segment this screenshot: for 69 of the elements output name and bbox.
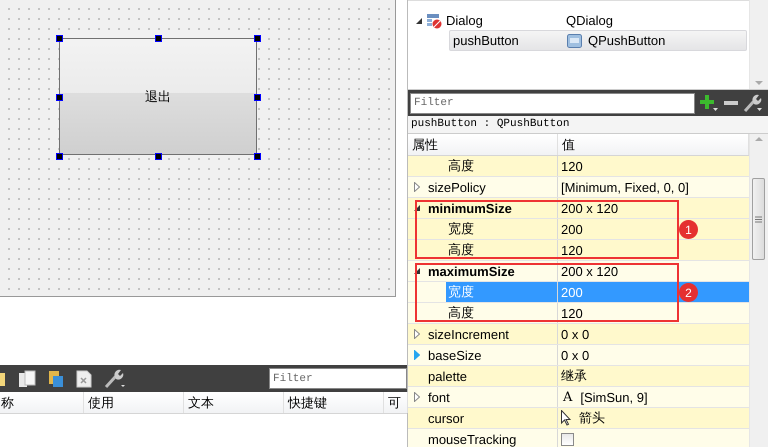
property-name[interactable]: baseSize: [426, 345, 557, 365]
property-name[interactable]: minimumSize: [426, 198, 557, 218]
property-name[interactable]: sizePolicy: [426, 177, 557, 197]
filter-field[interactable]: Filter: [410, 92, 695, 114]
resize-handle[interactable]: [254, 94, 261, 101]
property-value: 箭头: [579, 409, 605, 427]
scrollbar[interactable]: [749, 134, 768, 447]
property-name[interactable]: 宽度: [446, 219, 557, 239]
object-label: pushButton : QPushButton: [408, 116, 768, 134]
property-value: 120: [561, 242, 583, 258]
object-row[interactable]: pushButton QPushButton: [449, 30, 747, 51]
cursor-icon: [561, 410, 571, 426]
scrollbar[interactable]: [749, 0, 768, 89]
scroll-up-icon[interactable]: [755, 136, 763, 142]
property-name[interactable]: 高度: [446, 303, 557, 323]
property-value: [SimSun, 9]: [580, 390, 648, 404]
property-value: [Minimum, Fixed, 0, 0]: [561, 180, 689, 194]
wrench-icon[interactable]: [104, 368, 126, 388]
collapsed-arrow-icon[interactable]: [414, 392, 420, 402]
property-name[interactable]: 高度: [446, 240, 557, 260]
resize-handle[interactable]: [56, 35, 63, 42]
property-value: 200 x 120: [561, 264, 618, 278]
grip-icon: [755, 216, 762, 222]
resize-handle[interactable]: [56, 94, 63, 101]
resize-handle[interactable]: [56, 153, 63, 160]
expanded-arrow-icon[interactable]: [414, 268, 420, 274]
delete-file-icon[interactable]: [76, 370, 92, 388]
resize-handle[interactable]: [254, 35, 261, 42]
property-name[interactable]: font: [426, 387, 557, 407]
resize-handle[interactable]: [155, 153, 162, 160]
class-name: QDialog: [566, 13, 613, 28]
property-value: 200 x 120: [561, 200, 618, 216]
filter-field[interactable]: Filter: [269, 368, 407, 389]
add-icon[interactable]: [699, 94, 719, 112]
column-header[interactable]: 文本: [184, 392, 284, 413]
wrench-icon[interactable]: [743, 94, 763, 112]
expanded-arrow-icon[interactable]: [414, 205, 420, 211]
property-value: 0 x 0: [561, 326, 590, 342]
column-header[interactable]: 使用: [84, 392, 184, 413]
property-name[interactable]: sizeIncrement: [426, 324, 557, 344]
push-button-icon: [567, 34, 582, 48]
resize-handle[interactable]: [155, 35, 162, 42]
property-value: 200: [561, 284, 583, 300]
property-value: 继承: [561, 367, 587, 385]
collapsed-arrow-icon[interactable]: [414, 329, 420, 339]
column-header[interactable]: 称: [0, 392, 84, 413]
exit-button[interactable]: 退出: [59, 38, 257, 155]
property-value: 120: [561, 158, 583, 174]
checkbox[interactable]: [561, 432, 574, 446]
property-value: 0 x 0: [561, 348, 590, 362]
property-value: 120: [561, 306, 583, 320]
expanded-arrow-icon[interactable]: [416, 18, 422, 24]
documents-icon[interactable]: [18, 370, 36, 388]
collapsed-arrow-icon[interactable]: [414, 350, 420, 360]
column-header[interactable]: 属性: [408, 134, 558, 155]
object-name[interactable]: Dialog: [446, 13, 483, 28]
property-name[interactable]: palette: [426, 366, 557, 386]
folder-icon[interactable]: [0, 370, 6, 386]
property-name[interactable]: cursor: [426, 408, 557, 428]
column-header[interactable]: 快捷键: [284, 392, 384, 413]
property-name[interactable]: 高度: [446, 156, 557, 176]
dialog-icon: [426, 12, 442, 28]
font-icon: A: [561, 390, 572, 404]
collapsed-arrow-icon[interactable]: [414, 182, 420, 192]
resize-handle[interactable]: [254, 153, 261, 160]
scroll-thumb[interactable]: [752, 178, 765, 260]
property-name[interactable]: maximumSize: [426, 261, 557, 281]
copy-paste-icon[interactable]: [48, 370, 64, 388]
property-value: 200: [561, 222, 583, 236]
